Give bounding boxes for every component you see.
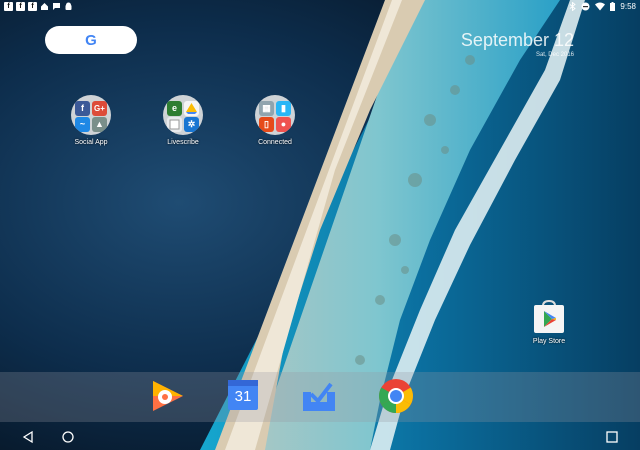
do-not-disturb-icon	[581, 2, 590, 11]
navigation-bar	[0, 422, 640, 450]
facebook-icon: f	[75, 101, 90, 116]
drive-icon	[184, 101, 199, 116]
evernote-icon: e	[167, 101, 182, 116]
system-icons: 9:58	[569, 2, 636, 11]
notification-icons: f f f	[4, 2, 73, 11]
facebook-icon: f	[4, 2, 13, 11]
folder-livescribe[interactable]: e ✲ Livescribe	[143, 95, 223, 146]
folder-icon: ▦ ▮ ▯ ●	[255, 95, 295, 135]
play-music-icon[interactable]	[150, 378, 186, 414]
bluetooth-icon	[570, 2, 577, 11]
folder-label: Connected	[258, 139, 292, 146]
folder-social-app[interactable]: f G+ ~ ▲ Social App	[51, 95, 131, 146]
app-label: Play Store	[532, 338, 566, 345]
app-icon: ▦	[259, 101, 274, 116]
recents-icon[interactable]	[605, 430, 619, 444]
camera-icon: ●	[276, 117, 291, 132]
clock: 9:58	[620, 2, 636, 11]
google-plus-icon: G+	[92, 101, 107, 116]
inbox-icon[interactable]	[301, 378, 337, 414]
battery-icon	[610, 2, 616, 11]
office-icon: ▯	[259, 117, 274, 132]
app-play-store[interactable]: Play Store	[523, 300, 575, 345]
folder-icon: f G+ ~ ▲	[71, 95, 111, 135]
settings-icon: ✲	[184, 117, 199, 132]
date-widget[interactable]: September 12 Sat, Dec 2016	[450, 30, 574, 58]
status-bar: f f f 9:58	[0, 0, 640, 14]
calendar-day: 31	[234, 388, 252, 405]
home-icon[interactable]	[61, 430, 75, 444]
dock: 31	[0, 372, 640, 422]
date-text: September 12	[460, 30, 574, 50]
back-icon[interactable]	[21, 430, 35, 444]
folder-label: Social App	[74, 139, 108, 146]
chrome-icon[interactable]	[378, 378, 414, 414]
messenger-icon: ~	[75, 117, 90, 132]
folder-connected[interactable]: ▦ ▮ ▯ ● Connected	[235, 95, 315, 146]
app-icon	[167, 117, 182, 132]
facebook-icon: f	[28, 2, 37, 11]
folder-icon: e ✲	[163, 95, 203, 135]
google-logo: G	[85, 31, 97, 49]
chat-icon	[53, 3, 60, 10]
google-search-bar[interactable]: G	[45, 26, 137, 54]
home-icon	[41, 3, 48, 10]
wifi-icon	[595, 2, 606, 11]
home-screen: f f f 9:58 G September 12 Sat, Dec 2016 …	[0, 0, 640, 450]
app-icon: ▮	[276, 101, 291, 116]
play-store-icon	[534, 300, 564, 333]
photos-icon: ▲	[92, 117, 107, 132]
calendar-icon[interactable]: 31	[227, 379, 259, 411]
date-subtitle: Sat, Dec 2016	[535, 52, 574, 58]
android-icon	[65, 2, 72, 10]
facebook-icon: f	[16, 2, 25, 11]
folder-label: Livescribe	[167, 139, 199, 146]
